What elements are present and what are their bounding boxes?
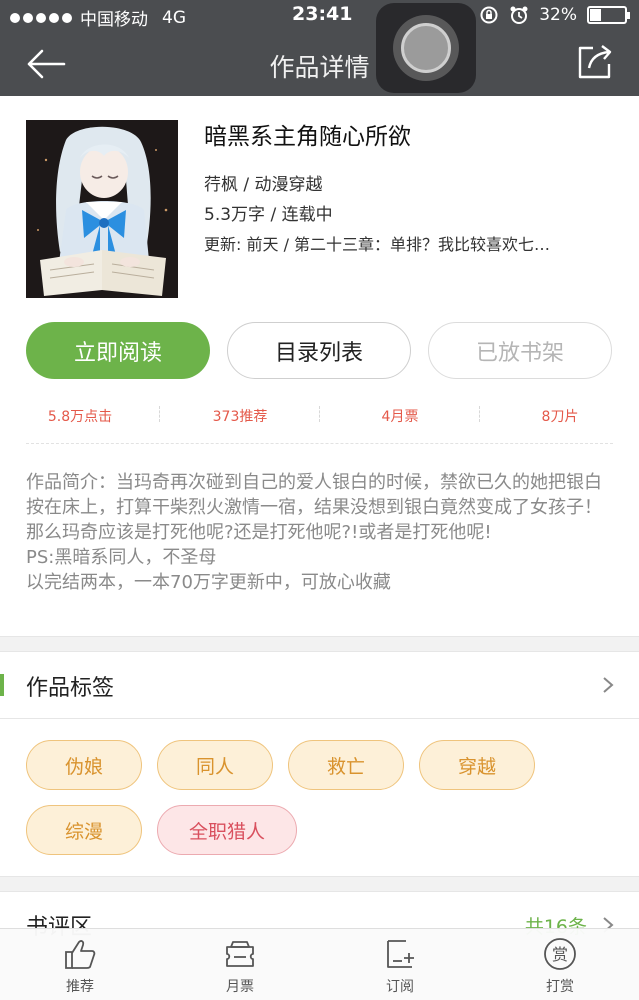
book-word-count-status: 5.3万字 / 连载中 <box>204 205 333 225</box>
intro-line: 以完结两本，一本70万字更新中，可放心收藏 <box>26 572 391 593</box>
nav-bar: 作品详情 <box>0 32 639 96</box>
rotation-lock-icon <box>480 6 498 24</box>
alarm-icon <box>510 6 528 24</box>
section-separator <box>0 876 639 892</box>
tab-label: 月票 <box>226 979 254 995</box>
thumbs-up-icon <box>65 940 96 969</box>
stat-monthly-ticket: 4月票 <box>381 409 419 425</box>
intro-line: 那么玛奇应该是打死他呢?还是打死他呢?!或者是打死他呢! <box>26 522 492 543</box>
tab-label: 打赏 <box>546 979 574 995</box>
cover-illustration <box>26 120 178 298</box>
tab-label: 推荐 <box>66 979 94 995</box>
book-introduction: 作品简介：当玛奇再次碰到自己的爱人银白的时候，禁欲已久的她把银白按在床上，打算干… <box>26 470 616 595</box>
tag-item[interactable]: 救亡 <box>288 740 404 790</box>
tags-section-title: 作品标签 <box>26 676 115 701</box>
signal-icon <box>10 12 72 23</box>
share-icon[interactable] <box>575 42 615 82</box>
section-accent-bar <box>0 674 4 696</box>
tag-item[interactable]: 穿越 <box>419 740 535 790</box>
subscribe-icon <box>387 940 414 968</box>
intro-line: 作品简介：当玛奇再次碰到自己的爱人银白的时候，禁欲已久的她把银白按在床上，打算干… <box>26 472 602 518</box>
book-cover[interactable] <box>26 120 178 298</box>
status-left: 中国移动 4G <box>10 5 186 30</box>
tags-header[interactable]: 作品标签 <box>0 652 639 718</box>
stats-divider <box>26 443 613 444</box>
tab-subscribe[interactable]: 订阅 <box>320 929 480 1000</box>
bottom-action-bar: 推荐 月票 订阅 赏 打赏 <box>0 928 639 1000</box>
tab-recommend[interactable]: 推荐 <box>0 929 160 1000</box>
battery-fill <box>590 9 601 21</box>
tab-monthly-ticket[interactable]: 月票 <box>160 929 320 1000</box>
tag-item[interactable]: 全职猎人 <box>157 805 297 855</box>
assistive-touch-button[interactable] <box>376 3 476 93</box>
chevron-right-icon <box>603 677 614 693</box>
carrier-label: 中国移动 <box>80 10 148 30</box>
status-right: 32% <box>479 5 630 25</box>
book-latest-update[interactable]: 更新: 前天 / 第二十三章：单排？我比较喜欢七… <box>204 231 624 255</box>
ticket-icon <box>226 941 254 967</box>
stat-clicks: 5.8万点击 <box>47 409 113 425</box>
stats-row: 5.8万点击 373推荐 4月票 8刀片 <box>0 398 639 432</box>
section-separator <box>0 636 639 652</box>
tag-item[interactable]: 伪娘 <box>26 740 142 790</box>
status-bar: 中国移动 4G 23:41 32% <box>0 0 639 32</box>
intro-line: PS:黑暗系同人，不圣母 <box>26 547 217 568</box>
table-of-contents-button[interactable]: 目录列表 <box>227 322 411 379</box>
stat-recommend: 373推荐 <box>212 409 268 425</box>
status-time: 23:41 <box>292 3 353 25</box>
page-title: 作品详情 <box>269 53 370 82</box>
added-to-shelf-button[interactable]: 已放书架 <box>428 322 612 379</box>
reward-icon: 赏 <box>544 938 576 970</box>
network-label: 4G <box>162 7 186 28</box>
battery-icon <box>587 6 630 24</box>
book-title: 暗黑系主角随心所欲 <box>204 124 411 150</box>
reward-glyph: 赏 <box>552 945 568 964</box>
stat-blades: 8刀片 <box>541 409 579 425</box>
read-now-button[interactable]: 立即阅读 <box>26 322 210 379</box>
tag-item[interactable]: 同人 <box>157 740 273 790</box>
tags-divider <box>0 718 639 719</box>
tab-label: 订阅 <box>386 979 414 995</box>
tag-item[interactable]: 综漫 <box>26 805 142 855</box>
tab-reward[interactable]: 赏 打赏 <box>480 929 639 1000</box>
book-author-genre[interactable]: 荇枫 / 动漫穿越 <box>204 170 323 195</box>
top-bar: 中国移动 4G 23:41 32% 作品详情 <box>0 0 639 96</box>
battery-percent: 32% <box>539 5 577 25</box>
